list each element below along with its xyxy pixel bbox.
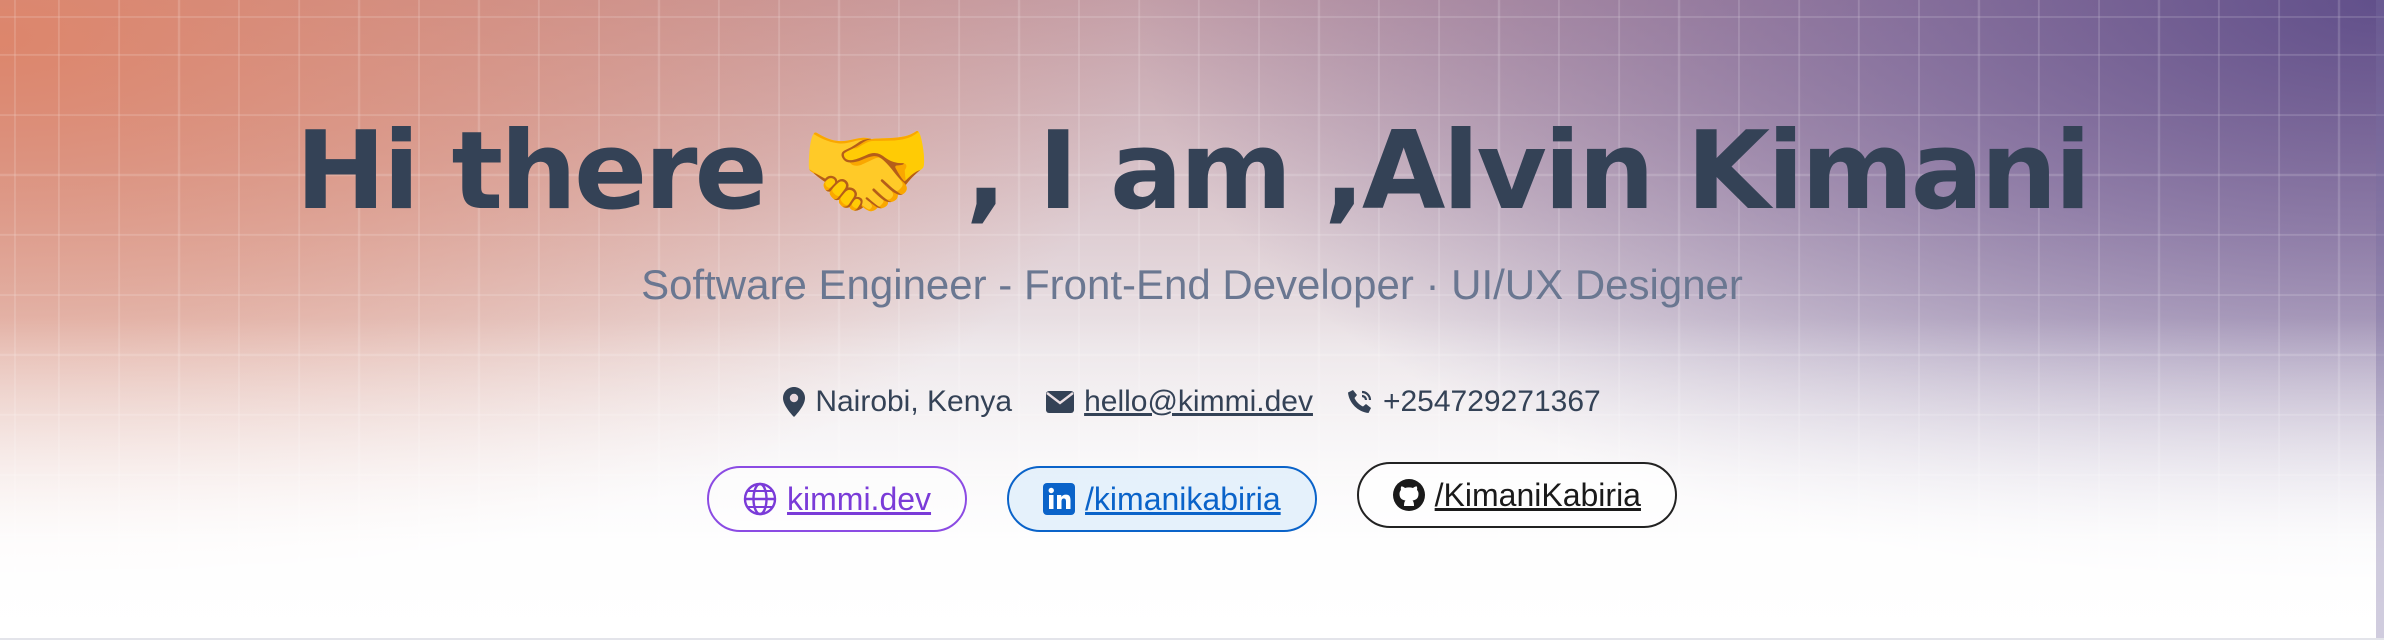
github-link-label: /KimaniKabiria [1434, 476, 1641, 513]
linkedin-icon [1043, 483, 1076, 515]
website-link-button[interactable]: kimmi.dev [707, 466, 968, 532]
phone-text: +254729271367 [1382, 385, 1601, 418]
map-pin-icon [783, 387, 806, 417]
social-links: kimmi.dev /kimanikabiria /KimaniKabiria [0, 462, 2384, 532]
contact-phone: +254729271367 [1347, 385, 1601, 419]
contact-location: Nairobi, Kenya [783, 385, 1012, 419]
github-icon [1392, 479, 1425, 511]
scrollbar-edge [2376, 0, 2384, 638]
website-link-label: kimmi.dev [787, 480, 932, 517]
linkedin-link-label: /kimanikabiria [1085, 480, 1281, 517]
hero-section: Hi there 🤝 , I am ,Alvin Kimani Software… [0, 0, 2384, 640]
phone-icon [1347, 389, 1373, 415]
linkedin-link-button[interactable]: /kimanikabiria [1007, 466, 1317, 532]
email-link[interactable]: hello@kimmi.dev [1084, 385, 1313, 419]
contact-row: Nairobi, Kenya hello@kimmi.dev +25472927… [0, 385, 2384, 419]
page-subtitle: Software Engineer - Front-End Developer … [641, 261, 1743, 308]
globe-icon [743, 482, 777, 516]
envelope-icon [1046, 391, 1075, 413]
page-title: Hi there 🤝 , I am ,Alvin Kimani [295, 109, 2092, 234]
contact-email[interactable]: hello@kimmi.dev [1046, 385, 1313, 419]
location-text: Nairobi, Kenya [815, 385, 1013, 418]
github-link-button[interactable]: /KimaniKabiria [1356, 462, 1677, 528]
